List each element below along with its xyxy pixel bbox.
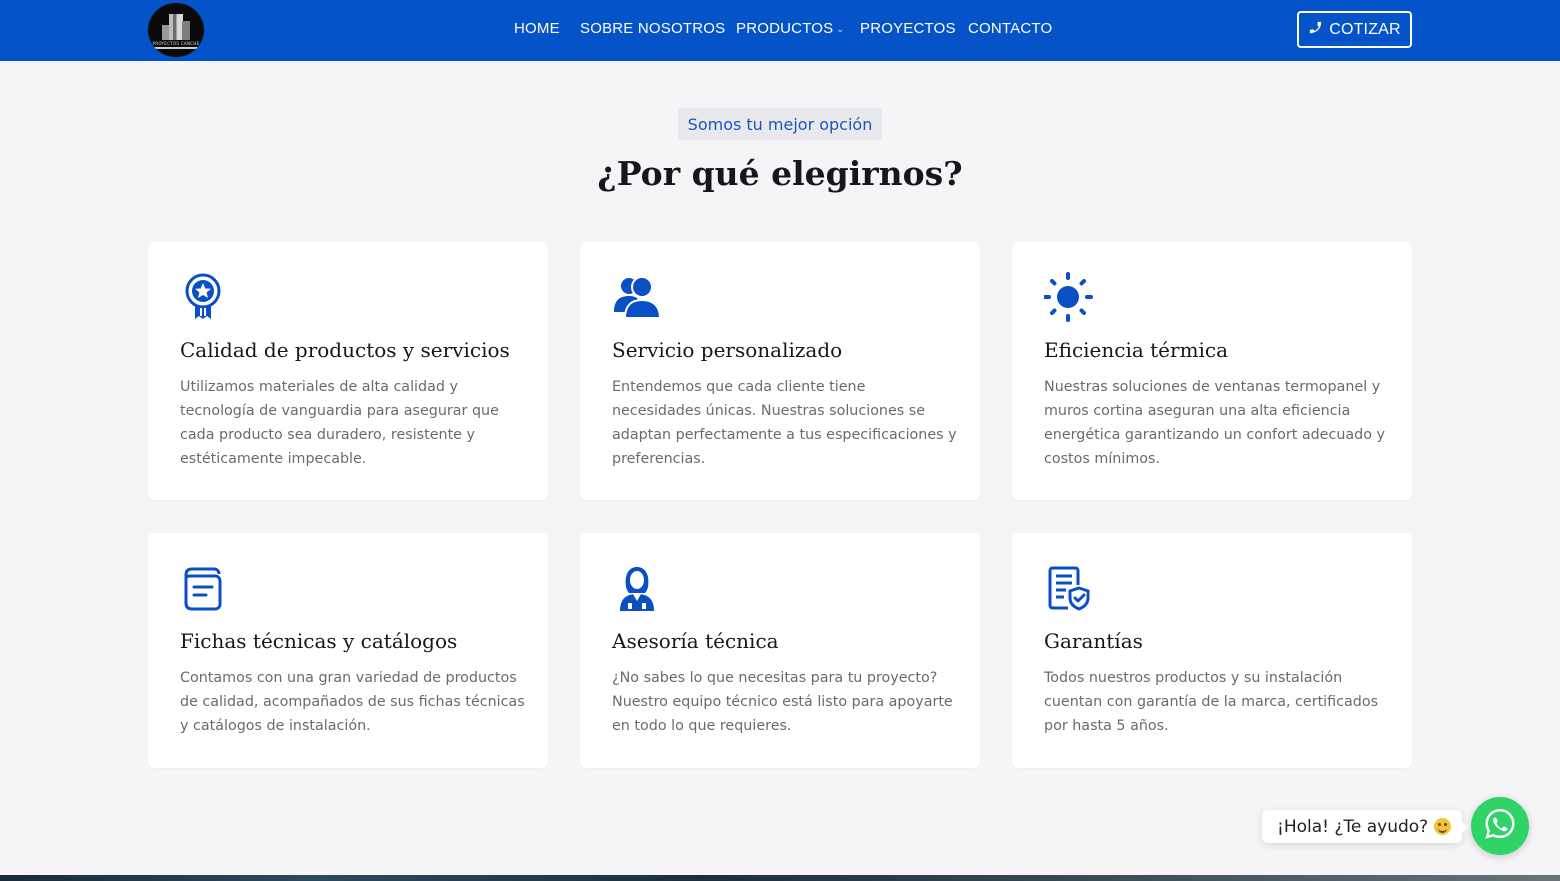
chevron-down-icon: ⌄ bbox=[836, 24, 845, 34]
section-tagline: Somos tu mejor opción bbox=[678, 108, 882, 140]
section-title: ¿Por qué elegirnos? bbox=[597, 154, 963, 193]
feature-card-asesoria: Asesoría técnica ¿No sabes lo que necesi… bbox=[580, 533, 980, 768]
feature-title: Eficiencia térmica bbox=[1044, 338, 1229, 362]
whatsapp-icon bbox=[1483, 807, 1517, 845]
logo-building-right bbox=[182, 21, 190, 40]
feature-card-calidad: Calidad de productos y servicios Utiliza… bbox=[148, 242, 548, 500]
feature-description: Nuestras soluciones de ventanas termopan… bbox=[1044, 379, 1385, 467]
cotizar-label: COTIZAR bbox=[1329, 20, 1401, 38]
nav-contacto[interactable]: CONTACTO bbox=[968, 20, 1052, 37]
feature-title: Calidad de productos y servicios bbox=[180, 338, 510, 362]
users-icon bbox=[612, 272, 662, 322]
logo-underline bbox=[152, 47, 200, 49]
next-section-image-edge bbox=[0, 875, 1560, 881]
nav-home[interactable]: HOME bbox=[514, 20, 560, 37]
smile-emoji-icon bbox=[1434, 818, 1452, 835]
nav-proyectos[interactable]: PROYECTOS bbox=[860, 20, 956, 37]
advisor-person-icon bbox=[612, 563, 662, 613]
feature-title: Garantías bbox=[1044, 629, 1143, 653]
site-logo[interactable]: PROYECTOS CANCHE bbox=[148, 3, 204, 57]
feature-card-servicio: Servicio personalizado Entendemos que ca… bbox=[580, 242, 980, 500]
feature-title: Asesoría técnica bbox=[612, 629, 779, 653]
feature-card-eficiencia: Eficiencia térmica Nuestras soluciones d… bbox=[1012, 242, 1412, 500]
whatsapp-button[interactable] bbox=[1471, 797, 1529, 855]
award-ribbon-icon bbox=[180, 272, 230, 322]
whatsapp-greeting-bubble[interactable]: ¡Hola! ¿Te ayudo? bbox=[1262, 810, 1469, 843]
feature-description: Utilizamos materiales de alta calidad y … bbox=[180, 379, 499, 467]
sun-icon bbox=[1043, 272, 1094, 322]
feature-description: ¿No sabes lo que necesitas para tu proye… bbox=[612, 670, 953, 734]
document-folder-icon bbox=[180, 563, 230, 613]
site-header: PROYECTOS CANCHE HOME SOBRE NOSOTROS PRO… bbox=[0, 0, 1560, 61]
feature-description: Todos nuestros productos y su instalació… bbox=[1044, 670, 1379, 734]
warranty-certificate-icon bbox=[1044, 563, 1094, 613]
logo-text: PROYECTOS CANCHE bbox=[152, 41, 200, 46]
feature-card-garantias: Garantías Todos nuestros productos y su … bbox=[1012, 533, 1412, 768]
feature-title: Servicio personalizado bbox=[612, 338, 843, 362]
nav-productos-label: PRODUCTOS bbox=[736, 20, 834, 37]
nav-productos[interactable]: PRODUCTOS ⌄ bbox=[736, 20, 844, 37]
cotizar-button[interactable]: COTIZAR bbox=[1297, 11, 1412, 48]
feature-title: Fichas técnicas y catálogos bbox=[180, 629, 458, 653]
logo-building-center bbox=[169, 14, 183, 40]
feature-description: Contamos con una gran variedad de produc… bbox=[180, 670, 525, 734]
nav-sobre-nosotros[interactable]: SOBRE NOSOTROS bbox=[580, 20, 725, 37]
feature-description: Entendemos que cada cliente tiene necesi… bbox=[612, 379, 957, 467]
whatsapp-greeting-text: ¡Hola! ¿Te ayudo? bbox=[1277, 816, 1429, 837]
phone-icon bbox=[1308, 20, 1323, 40]
feature-card-fichas: Fichas técnicas y catálogos Contamos con… bbox=[148, 533, 548, 768]
